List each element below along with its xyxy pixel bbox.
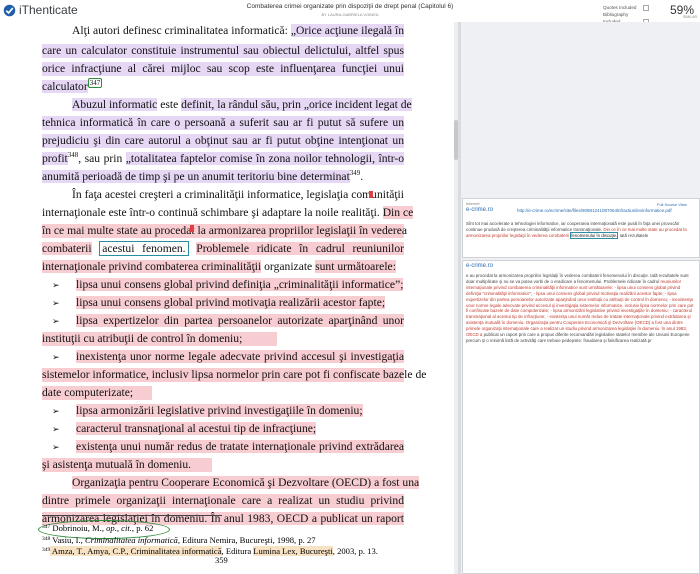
footnote-347: 347 Dobrinoiu, M., op., cit., p. 62 bbox=[42, 523, 154, 533]
arrow-bullet-icon: ➢ bbox=[52, 298, 60, 308]
source-match-highlight[interactable]: fenomenului în discuţie. bbox=[570, 231, 619, 239]
document-title: Combaterea crimei organizate prin dispoz… bbox=[246, 3, 454, 10]
ithenticate-logo-icon bbox=[3, 4, 16, 16]
quotes-included-label: Quotes Included bbox=[603, 5, 637, 10]
doc-line: date computerizate; bbox=[42, 386, 152, 400]
doc-line: în ce mai multe state au procedat la arm… bbox=[42, 224, 408, 238]
doc-line: sistemelor informatice, inclusiv lipsa n… bbox=[42, 368, 427, 382]
arrow-bullet-icon: ➢ bbox=[52, 316, 60, 326]
arrow-bullet-icon: ➢ bbox=[52, 280, 60, 290]
list-item: ➢ caracterul transnaţional al acestui tip… bbox=[52, 422, 317, 435]
match-start-marker[interactable] bbox=[369, 191, 373, 198]
quotes-checkbox-icon[interactable] bbox=[643, 4, 649, 11]
full-source-view-link[interactable]: Full Source View bbox=[657, 202, 687, 207]
doc-line: dintre primele organizaţii internaţional… bbox=[42, 494, 404, 508]
match-card-full-source[interactable]: e-crime.ro e au procedat la armonizarea … bbox=[462, 260, 700, 574]
list-item: ➢ lipsa expertizelor din partea persoanel… bbox=[52, 314, 404, 327]
arrow-bullet-icon: ➢ bbox=[52, 442, 60, 452]
source-url-link[interactable]: http://e-crime.ro/ecrime/site/files/9088… bbox=[517, 208, 672, 213]
source-type-label: Internet bbox=[466, 201, 480, 206]
doc-line: combaterii acestui fenomen. Problemele r… bbox=[42, 241, 404, 256]
similarity-label: SIMILAR bbox=[683, 15, 698, 19]
doc-line: Organizaţia pentru Cooperare Economică ş… bbox=[72, 476, 420, 489]
footnote-348: 348 Vasiu, I., Criminalitatea informatic… bbox=[42, 535, 316, 545]
list-item: ➢ lipsa armonizării legislative privind i… bbox=[52, 404, 363, 417]
doc-line: care un calculator constituie instrument… bbox=[42, 44, 404, 58]
match-card-source[interactable]: Internet e-crime.ro http://e-crime.ro/ec… bbox=[462, 198, 700, 258]
doc-line: şi asistenţa mutuală în domeniu. bbox=[42, 458, 212, 472]
selected-match[interactable]: acestui fenomen. bbox=[99, 241, 189, 256]
doc-line: anumită perioadă de timp şi pe un anumit… bbox=[42, 169, 364, 183]
arrow-bullet-icon: ➢ bbox=[52, 406, 60, 416]
logo-text: iThenticate bbox=[19, 3, 78, 17]
doc-line: tehnica informatică în care o persoană a… bbox=[42, 116, 404, 130]
source-snippet: Sînt tot mai accelerate a tehnologiei in… bbox=[466, 221, 687, 239]
doc-line: În faţa acestei creşteri a criminalităţi… bbox=[72, 188, 404, 201]
footnote-349: 349 Amza, T., Amya, C.P., Criminalitatea… bbox=[42, 546, 378, 556]
doc-line: internaţionale privind combaterea crimin… bbox=[42, 260, 396, 273]
page-number: 359 bbox=[215, 555, 228, 565]
doc-line: Alţi autori definesc criminalitatea info… bbox=[72, 24, 404, 37]
doc-line: prejudiciu şi din care autorul a obţinut… bbox=[42, 134, 404, 148]
full-source-text: e au procedat la armonizarea propriilor … bbox=[466, 273, 694, 343]
list-item: ➢ lipsa unui consens global privind defin… bbox=[52, 278, 404, 291]
list-item: ➢ existenţa unui număr redus de tratate i… bbox=[52, 440, 404, 453]
doc-line: profit348, sau prin „totalitatea faptelo… bbox=[42, 151, 404, 165]
doc-line: Abuzul informatic este definit, la rându… bbox=[72, 98, 412, 111]
doc-line: instituţii cu atribuţii de control în do… bbox=[42, 332, 277, 346]
doc-line: orice infracţiune al cărei mijloc sau sc… bbox=[42, 62, 404, 76]
doc-line: internaţionale este într-o continuă schi… bbox=[42, 206, 414, 219]
footnote-ref-347[interactable]: 347 bbox=[87, 78, 103, 88]
ithenticate-logo[interactable]: iThenticate bbox=[3, 3, 78, 17]
footnote-separator bbox=[42, 515, 222, 516]
arrow-bullet-icon: ➢ bbox=[52, 424, 60, 434]
full-source-name[interactable]: e-crime.ro bbox=[466, 263, 493, 269]
list-item: ➢ lipsa unui consens global privind motiv… bbox=[52, 296, 386, 309]
doc-line: calculator 347 bbox=[42, 78, 103, 93]
document-author: BY LAURA-GABRIELA VOINEA bbox=[321, 12, 379, 17]
arrow-bullet-icon: ➢ bbox=[52, 352, 60, 362]
list-item: ➢ inexistenţa unor norme legale adecvate … bbox=[52, 350, 404, 363]
source-name-link[interactable]: e-crime.ro bbox=[466, 207, 493, 213]
match-start-marker[interactable] bbox=[190, 225, 194, 232]
top-bar: iThenticate Combaterea crimei organizate… bbox=[0, 0, 700, 25]
